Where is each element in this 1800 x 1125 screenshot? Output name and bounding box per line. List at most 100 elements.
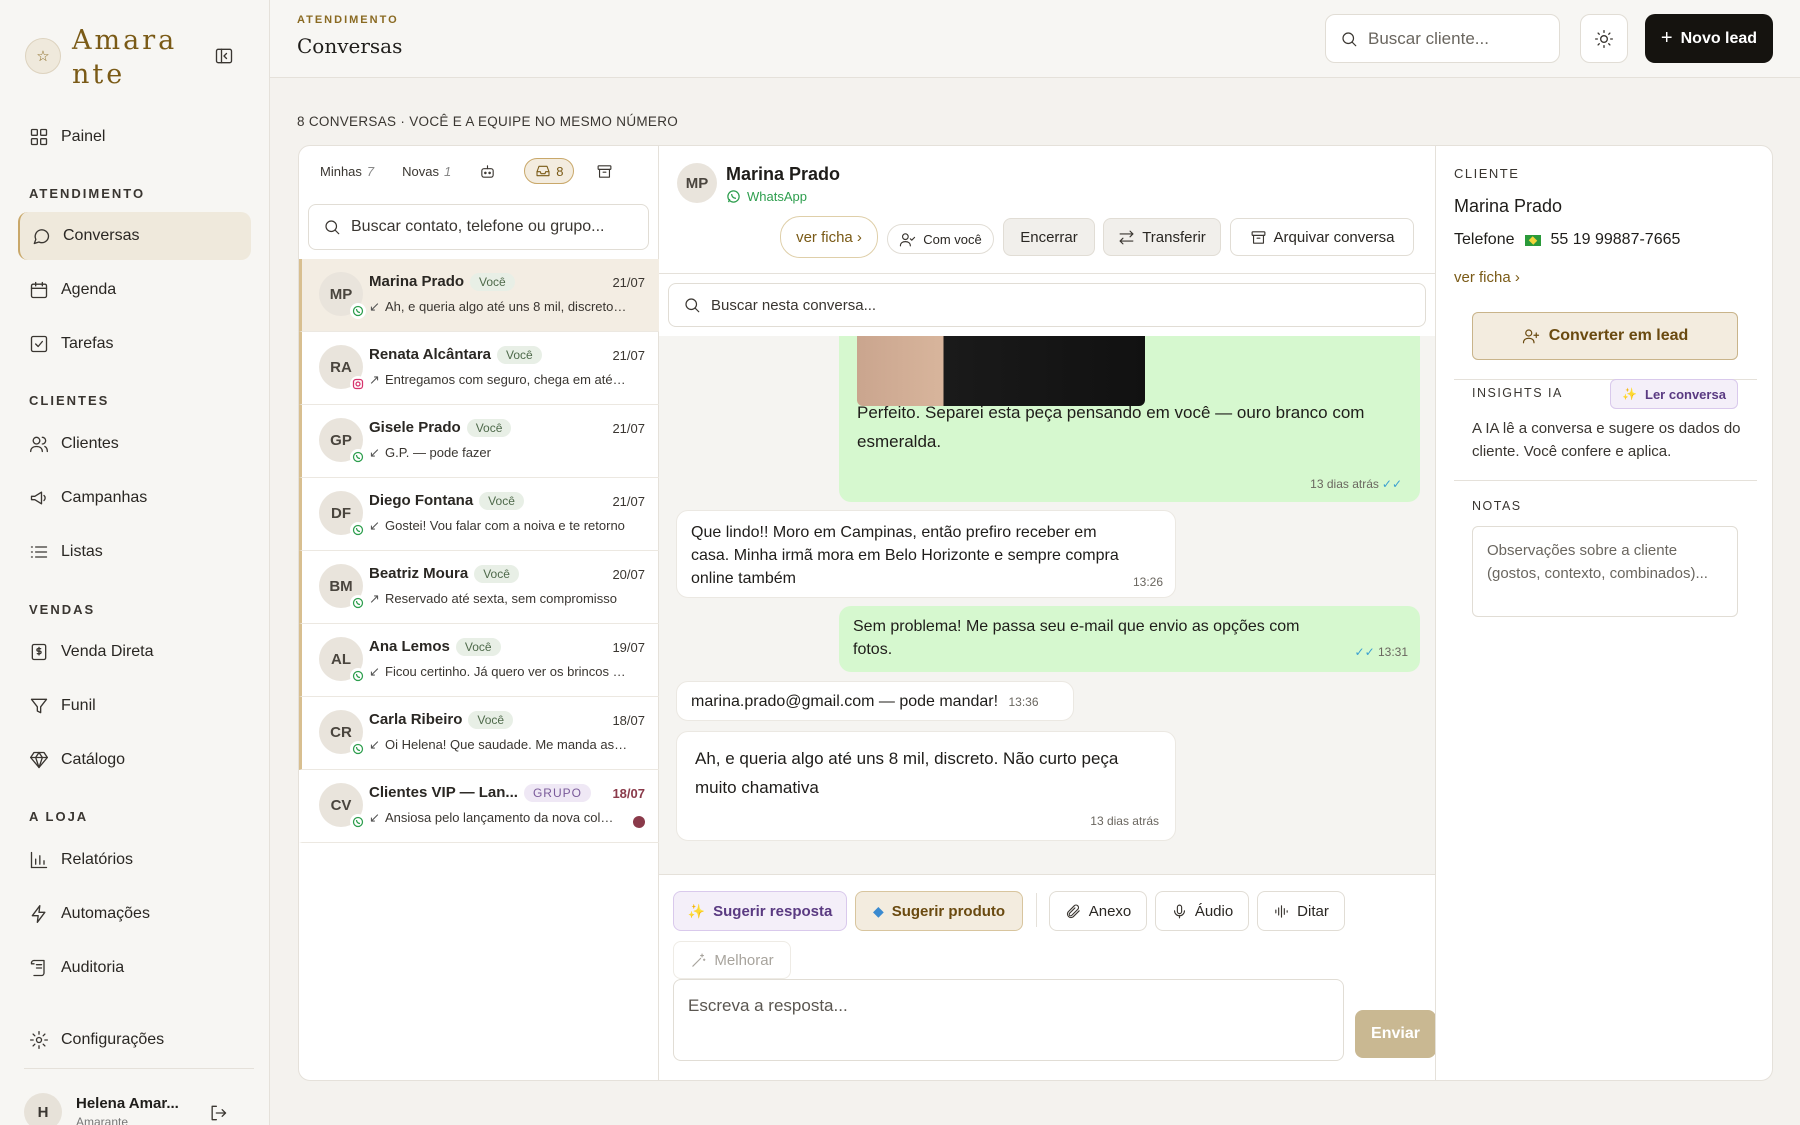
button-label: Converter em lead: [1548, 327, 1689, 344]
sidebar-item-automacoes[interactable]: Automações: [18, 890, 251, 938]
last-message-preview: ↙ Gostei! Vou falar com a noiva e te reto…: [369, 518, 625, 533]
sidebar-item-relatorios[interactable]: Relatórios: [18, 836, 251, 884]
conversation-row[interactable]: CR Carla Ribeiro Você 18/07 ↙ Oi Helena! Que …: [299, 697, 659, 770]
chat-header: MP Marina Prado WhatsApp ver ficha › Com…: [659, 146, 1435, 274]
convert-lead-button[interactable]: Converter em lead: [1472, 312, 1738, 360]
conversation-search-input[interactable]: Buscar nesta conversa...: [668, 283, 1426, 327]
reply-textarea[interactable]: Escreva a resposta...: [673, 979, 1344, 1061]
user-profile[interactable]: H Helena Amar... Amarante: [24, 1068, 254, 1125]
tab-inbox[interactable]: 8: [524, 158, 575, 184]
conversation-row[interactable]: RA Renata Alcântara Você 21/07 ↗ Entregamos c…: [299, 332, 659, 405]
section-atendimento: ATENDIMENTO: [29, 186, 146, 201]
button-label: Sugerir produto: [891, 902, 1006, 920]
message-bubble-incoming: marina.prado@gmail.com — pode mandar! 13…: [676, 681, 1074, 721]
calendar-icon: [30, 281, 48, 299]
whatsapp-icon: [350, 595, 366, 611]
client-label: CLIENTE: [1454, 166, 1520, 181]
theme-toggle-sun-icon[interactable]: [1580, 14, 1628, 63]
message-list[interactable]: Perfeito. Separei esta peça pensando em …: [659, 336, 1435, 874]
sidebar-item-listas[interactable]: Listas: [18, 528, 251, 576]
last-message-date: 19/07: [612, 640, 645, 655]
conversation-row[interactable]: DF Diego Fontana Você 21/07 ↙ Gostei! Vou fal…: [299, 478, 659, 551]
header-overline: ATENDIMENTO: [297, 14, 399, 26]
notes-textarea[interactable]: Observações sobre a cliente (gostos, con…: [1472, 526, 1738, 617]
product-photo[interactable]: [857, 336, 1145, 406]
avatar: MP: [677, 163, 717, 203]
tab-bot-icon[interactable]: [479, 163, 496, 180]
search-placeholder: Buscar contato, telefone ou grupo...: [351, 218, 605, 235]
sidebar-item-label: Clientes: [61, 435, 119, 452]
contact-name: Marina Prado Você: [369, 273, 515, 291]
dictate-button[interactable]: Ditar: [1257, 891, 1345, 931]
tab-archive-icon[interactable]: [596, 163, 613, 180]
whatsapp-icon: [727, 190, 740, 203]
contact-name: Marina Prado: [726, 164, 841, 184]
suggest-reply-button[interactable]: ✨ Sugerir resposta: [673, 891, 847, 931]
contact-name: Ana Lemos Você: [369, 638, 501, 656]
sidebar-item-clientes[interactable]: Clientes: [18, 420, 251, 468]
message-bubble-incoming: Ah, e queria algo até uns 8 mil, discret…: [676, 731, 1176, 841]
button-label: Ler conversa: [1645, 386, 1726, 402]
close-conversation-button[interactable]: Encerrar: [1003, 218, 1095, 256]
button-label: Com você: [923, 231, 982, 247]
channel-label: WhatsApp: [726, 189, 807, 204]
sidebar-item-auditoria[interactable]: Auditoria: [18, 944, 251, 992]
sidebar-item-painel[interactable]: Painel: [18, 113, 251, 161]
whatsapp-icon: [350, 814, 366, 830]
conversation-row[interactable]: AL Ana Lemos Você 19/07 ↙ Ficou certinho. Já …: [299, 624, 659, 697]
gear-icon: [30, 1031, 48, 1049]
audio-button[interactable]: Áudio: [1155, 891, 1249, 931]
client-search-input[interactable]: Buscar cliente...: [1325, 14, 1560, 63]
last-message-preview: ↗Entregamos com seguro, chega em até 3 d…: [369, 372, 629, 387]
collapse-sidebar-icon[interactable]: [212, 44, 236, 68]
conversation-row[interactable]: MP Marina Prado Você 21/07 ↙ Ah, e queria alg…: [299, 259, 659, 332]
whatsapp-icon: [350, 741, 366, 757]
archive-conversation-button[interactable]: Arquivar conversa: [1230, 218, 1414, 256]
read-conversation-button[interactable]: ✨ Ler conversa: [1610, 379, 1738, 409]
divider: [1036, 893, 1037, 927]
send-button[interactable]: Enviar: [1355, 1010, 1436, 1058]
suggest-product-button[interactable]: ◆ Sugerir produto: [855, 891, 1023, 931]
sidebar-item-funil[interactable]: Funil: [18, 682, 251, 730]
last-message-date: 21/07: [612, 421, 645, 436]
assigned-to-you-button[interactable]: Com você: [887, 224, 994, 254]
message-time: 13 dias atrás ✓✓: [1310, 477, 1402, 491]
transfer-button[interactable]: Transferir: [1103, 218, 1221, 256]
attach-button[interactable]: Anexo: [1049, 891, 1147, 931]
client-name: Marina Prado: [1454, 196, 1563, 216]
view-profile-link[interactable]: ver ficha ›: [1454, 269, 1520, 286]
contact-name: Clientes VIP — Lan... GRUPO: [369, 784, 591, 802]
view-profile-button[interactable]: ver ficha ›: [780, 216, 878, 258]
sidebar-item-conversas[interactable]: Conversas: [18, 212, 251, 260]
users-icon: [30, 436, 48, 453]
sidebar-item-campanhas[interactable]: Campanhas: [18, 474, 251, 522]
whatsapp-icon: [350, 449, 366, 465]
conversation-row[interactable]: BM Beatriz Moura Você 20/07 ↗ Reservado até s…: [299, 551, 659, 624]
sidebar-item-venda-direta[interactable]: Venda Direta: [18, 628, 251, 676]
reply-composer: ✨ Sugerir resposta ◆ Sugerir produto Ane…: [659, 874, 1436, 1080]
owner-badge: Você: [474, 565, 519, 583]
tab-minhas[interactable]: Minhas 7: [320, 164, 374, 179]
search-icon: [1342, 31, 1357, 46]
user-plus-icon: [1522, 329, 1539, 344]
phone-number: 55 19 99887-7665: [1550, 231, 1681, 248]
search-placeholder: Buscar nesta conversa...: [711, 296, 877, 314]
last-message-date: 21/07: [612, 275, 645, 290]
conversation-row[interactable]: CV Clientes VIP — Lan... GRUPO 18/07 ↙ Ansios…: [299, 770, 659, 843]
sidebar-item-catalogo[interactable]: Catálogo: [18, 736, 251, 784]
new-lead-button[interactable]: + Novo lead: [1645, 14, 1773, 63]
logout-icon[interactable]: [208, 1103, 228, 1123]
sidebar-item-tarefas[interactable]: Tarefas: [18, 320, 251, 368]
improve-button[interactable]: Melhorar: [673, 941, 791, 979]
instagram-icon: [350, 376, 366, 392]
contact-name: Carla Ribeiro Você: [369, 711, 514, 729]
message-time: 13:36: [1008, 695, 1039, 709]
message-bubble-outgoing: Perfeito. Separei esta peça pensando em …: [839, 336, 1420, 502]
sidebar-item-configuracoes[interactable]: Configurações: [18, 1016, 251, 1064]
client-phone: Telefone 55 19 99887-7665: [1454, 231, 1680, 249]
tab-novas[interactable]: Novas 1: [402, 164, 451, 179]
contact-search-input[interactable]: Buscar contato, telefone ou grupo...: [308, 204, 649, 250]
conversation-row[interactable]: GP Gisele Prado Você 21/07 ↙ G.P. — pode faze…: [299, 405, 659, 478]
direction-arrow-icon: ↙: [369, 664, 380, 679]
sidebar-item-agenda[interactable]: Agenda: [18, 266, 251, 314]
